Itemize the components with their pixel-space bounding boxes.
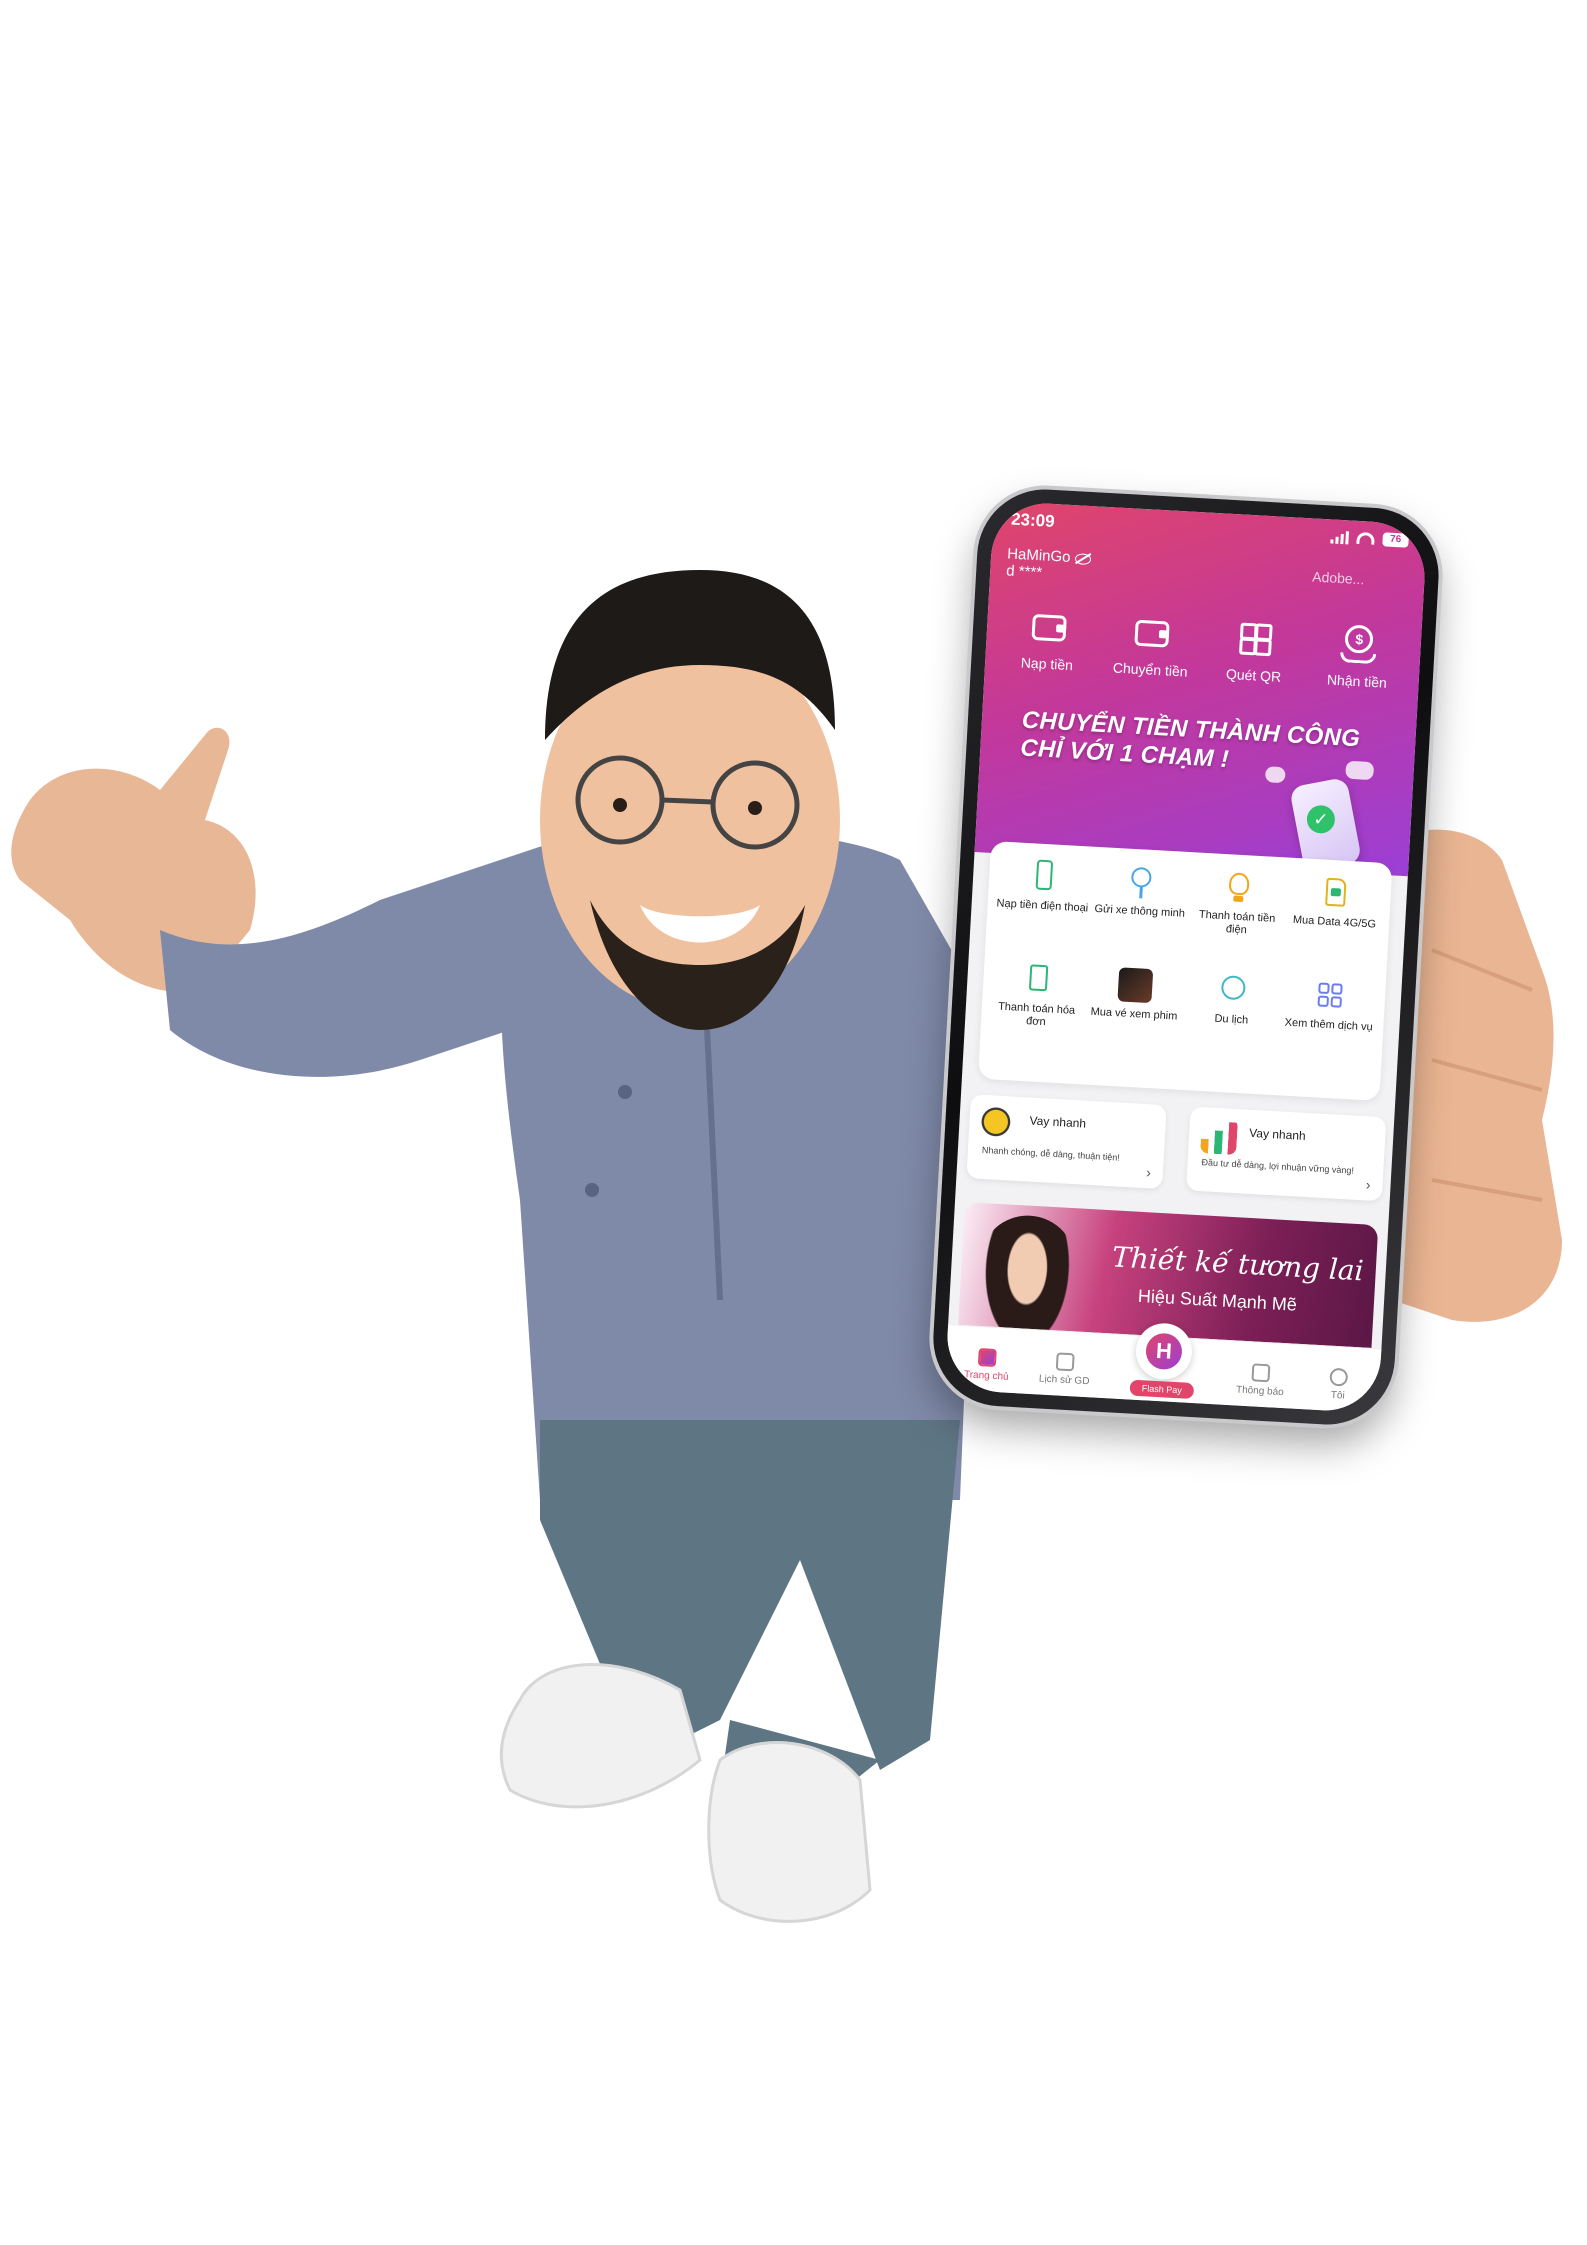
service-mobile-topup[interactable]: Nạp tiền điện thoại — [991, 857, 1094, 965]
services-card: Nạp tiền điện thoại Gửi xe thông minh Th… — [977, 840, 1393, 1102]
bar-chart-icon — [1200, 1117, 1238, 1155]
home-icon — [977, 1348, 997, 1368]
wifi-icon — [1356, 531, 1375, 545]
header-right-label: Adobe... — [1311, 568, 1365, 588]
travel-icon — [1216, 973, 1250, 1009]
loan-desc: Đầu tư dễ dàng, lợi nhuận vững vàng! — [1201, 1157, 1355, 1176]
loan-cards: Vay nhanh Nhanh chóng, dễ dàng, thuận ti… — [966, 1094, 1428, 1213]
promo-banner-title: CHUYỂN TIỀN THÀNH CÔNG CHỈ VỚI 1 CHẠM ! — [1020, 706, 1383, 782]
service-label: Du lịch — [1214, 1012, 1249, 1027]
flash-pay-logo-icon: H — [1144, 1332, 1183, 1371]
notification-icon — [1251, 1363, 1271, 1383]
user-icon — [1329, 1367, 1349, 1387]
loan-title: Vay nhanh — [1248, 1125, 1307, 1143]
smart-parking-icon — [1124, 865, 1158, 901]
hide-balance-icon[interactable] — [1075, 552, 1092, 565]
electricity-icon — [1222, 870, 1256, 906]
tab-label: Lịch sử GD — [1038, 1373, 1090, 1388]
tab-home[interactable]: Trang chủ — [951, 1347, 1023, 1384]
movie-ticket-icon — [1117, 967, 1154, 1004]
loan-desc: Nhanh chóng, dễ dàng, thuận tiện! — [981, 1144, 1121, 1163]
status-time: 23:09 — [1010, 509, 1056, 531]
money-bag-icon — [980, 1104, 1019, 1143]
wallet-in-icon — [1028, 607, 1070, 649]
qr-scan-icon — [1235, 618, 1277, 660]
account-info[interactable]: HaMinGo d **** — [1006, 545, 1092, 584]
quick-action-label: Quét QR — [1225, 665, 1282, 685]
promo-decoration — [1345, 760, 1375, 781]
mobile-topup-icon — [1027, 859, 1061, 895]
quick-action-label: Chuyển tiền — [1112, 659, 1188, 680]
service-label: Mua vé xem phim — [1090, 1005, 1178, 1023]
service-travel[interactable]: Du lịch — [1179, 971, 1282, 1079]
more-services-icon — [1313, 978, 1347, 1014]
quick-action-receive[interactable]: $ Nhận tiền — [1312, 623, 1405, 692]
flash-pay-label: Flash Pay — [1129, 1379, 1195, 1400]
app-screen: 23:09 76 HaMinGo d **** Adobe... Nạp tiề… — [944, 500, 1428, 1414]
service-more[interactable]: Xem thêm dịch vụ — [1277, 976, 1380, 1084]
service-smart-parking[interactable]: Gửi xe thông minh — [1088, 863, 1191, 971]
quick-action-label: Nạp tiền — [1020, 654, 1074, 674]
service-label: Thanh toán hóa đơn — [997, 1000, 1076, 1029]
battery-icon: 76 — [1382, 532, 1409, 548]
service-label: Nạp tiền điện thoại — [996, 897, 1089, 915]
status-icons: 76 — [1330, 529, 1409, 548]
service-data[interactable]: Mua Data 4G/5G — [1283, 874, 1386, 982]
services-grid: Nạp tiền điện thoại Gửi xe thông minh Th… — [978, 841, 1393, 1101]
loan-title: Vay nhanh — [1029, 1113, 1087, 1131]
loan-card[interactable]: Vay nhanh Nhanh chóng, dễ dàng, thuận ti… — [966, 1094, 1167, 1190]
service-label: Xem thêm dịch vụ — [1284, 1016, 1373, 1034]
signal-icon — [1330, 529, 1350, 545]
tab-notifications[interactable]: Thông báo — [1225, 1362, 1297, 1399]
app-header: 23:09 76 HaMinGo d **** Adobe... Nạp tiề… — [974, 500, 1428, 877]
wallet-out-icon — [1131, 613, 1173, 655]
phone-device: 23:09 76 HaMinGo d **** Adobe... Nạp tiề… — [929, 485, 1443, 1429]
bill-icon — [1021, 962, 1055, 998]
chevron-right-icon: › — [1365, 1176, 1372, 1193]
chevron-right-icon: › — [1145, 1164, 1152, 1181]
service-bill[interactable]: Thanh toán hóa đơn — [985, 960, 1088, 1068]
service-label: Mua Data 4G/5G — [1292, 913, 1377, 931]
tab-label: Tôi — [1330, 1389, 1345, 1402]
promo-decoration — [1264, 766, 1286, 784]
loan-card[interactable]: Vay nhanh Đầu tư dễ dàng, lợi nhuận vững… — [1185, 1106, 1387, 1202]
sim-data-icon — [1319, 875, 1353, 911]
quick-action-transfer[interactable]: Chuyển tiền — [1105, 611, 1198, 680]
service-movie[interactable]: Mua vé xem phim — [1082, 966, 1185, 1074]
service-electricity[interactable]: Thanh toán tiền điện — [1185, 868, 1288, 976]
service-label: Gửi xe thông minh — [1094, 902, 1186, 920]
tab-label: Thông báo — [1235, 1384, 1285, 1399]
tab-me[interactable]: Tôi — [1302, 1366, 1374, 1403]
banner-subtitle: Hiệu Suất Mạnh Mẽ — [1137, 1285, 1298, 1315]
quick-action-label: Nhận tiền — [1326, 671, 1388, 691]
tab-label: Trang chủ — [963, 1369, 1009, 1383]
quick-action-deposit[interactable]: Nạp tiền — [1002, 605, 1095, 674]
quick-actions: Nạp tiền Chuyển tiền Quét QR $ Nhận tiền — [985, 604, 1422, 692]
quick-action-scan-qr[interactable]: Quét QR — [1208, 617, 1301, 686]
receive-money-icon: $ — [1338, 624, 1380, 666]
tab-history[interactable]: Lịch sử GD — [1029, 1351, 1101, 1388]
service-label: Thanh toán tiền điện — [1198, 908, 1276, 937]
banner-title: Thiết kế tương lai — [1111, 1240, 1365, 1288]
history-icon — [1055, 1352, 1075, 1372]
